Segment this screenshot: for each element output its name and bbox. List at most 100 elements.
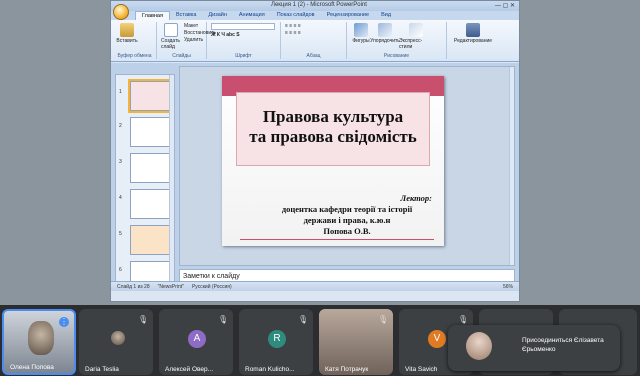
tab-animation[interactable]: Анимация bbox=[233, 11, 271, 20]
mic-off-icon: 🎙︎ bbox=[458, 315, 469, 324]
status-bar: Слайд 1 из 28 "NewsPrint" Русский (Росси… bbox=[111, 281, 519, 291]
clipboard-icon bbox=[120, 23, 134, 37]
slide-thumbnail-1[interactable] bbox=[128, 79, 172, 113]
mic-off-icon: 🎙︎ bbox=[218, 315, 229, 324]
window-title: Лекция 1 (2) - Microsoft PowerPoint bbox=[271, 2, 367, 8]
participant-tile[interactable]: R 🎙︎ Roman Kulicho... bbox=[239, 309, 313, 375]
tab-view[interactable]: Вид bbox=[375, 11, 397, 20]
paste-label: Вставить bbox=[116, 38, 138, 44]
group-slides-label: Слайды bbox=[172, 53, 191, 59]
thumbnails-scrollbar[interactable] bbox=[169, 75, 174, 285]
group-slides: Создать слайд Макет Восстановить Удалить… bbox=[157, 22, 216, 59]
new-slide-icon bbox=[163, 23, 178, 37]
participant-avatar: R bbox=[268, 330, 286, 348]
group-paragraph: ≡ ≡ ≡ ≡ ≡ ≡ ≡ ≡ Абзац bbox=[281, 22, 347, 59]
font-name-field[interactable] bbox=[211, 23, 275, 30]
group-font: Ж К Ч abc S Шрифт bbox=[207, 22, 281, 59]
current-slide[interactable]: Правова культура та правова свідомість Л… bbox=[222, 76, 444, 246]
thumb-number: 6 bbox=[119, 267, 122, 273]
participant-avatar: V bbox=[428, 330, 446, 348]
slide-subtitle[interactable]: Лектор: доцентка кафедри теорії та істор… bbox=[262, 193, 432, 237]
arrange-button[interactable]: Упорядочить bbox=[370, 23, 400, 44]
lecturer-line3: Попова О.В. bbox=[323, 226, 371, 236]
participant-tile[interactable]: 🎙︎ Daria Teslia bbox=[79, 309, 153, 375]
slide-divider bbox=[240, 239, 434, 240]
powerpoint-window: Лекция 1 (2) - Microsoft PowerPoint — ▢ … bbox=[110, 0, 520, 302]
slide-title-line2: та правова свідомість bbox=[249, 127, 417, 146]
font-format-buttons[interactable]: Ж К Ч abc S bbox=[211, 32, 275, 39]
group-clipboard-label: Буфер обмена bbox=[117, 53, 152, 59]
participant-avatar: А bbox=[188, 330, 206, 348]
arrange-label: Упорядочить bbox=[370, 38, 400, 44]
editing-button[interactable]: Редактирование bbox=[451, 23, 495, 44]
group-font-label: Шрифт bbox=[235, 53, 252, 59]
ribbon-tabs: Главная Вставка Дизайн Анимация Показ сл… bbox=[111, 11, 519, 20]
zoom-level[interactable]: 56% bbox=[503, 284, 519, 290]
thumb-number: 2 bbox=[119, 123, 122, 129]
tab-home[interactable]: Главная bbox=[135, 11, 170, 20]
group-drawing-label: Рисование bbox=[383, 53, 410, 59]
join-request-line1: Присоединиться Єлізавета bbox=[522, 337, 604, 344]
join-request-notification[interactable]: Присоединиться Єлізавета Єрьоменко bbox=[448, 325, 620, 371]
slide-title-box[interactable]: Правова культура та правова свідомість bbox=[236, 92, 430, 166]
tab-review[interactable]: Рецензирование bbox=[321, 11, 375, 20]
slide-title-line1: Правова культура bbox=[262, 107, 404, 126]
quick-styles-icon bbox=[409, 23, 423, 37]
participant-name: Roman Kulicho... bbox=[245, 366, 295, 373]
group-paragraph-label: Абзац bbox=[306, 53, 321, 59]
title-bar: Лекция 1 (2) - Microsoft PowerPoint — ▢ … bbox=[111, 1, 519, 11]
slide-count: Слайд 1 из 28 bbox=[117, 283, 150, 290]
lecturer-line2: держави і права, к.ю.н bbox=[303, 215, 391, 225]
mic-off-icon: 🎙︎ bbox=[378, 315, 389, 324]
quick-styles-label: Экспресс-стили bbox=[399, 38, 423, 50]
participant-name: Алексей Овер... bbox=[165, 366, 214, 373]
paragraph-buttons[interactable]: ≡ ≡ ≡ ≡ ≡ ≡ ≡ ≡ bbox=[285, 23, 301, 37]
requester-avatar bbox=[466, 332, 492, 360]
group-clipboard: Вставить Буфер обмена bbox=[113, 22, 157, 59]
slide-thumbnail-5[interactable] bbox=[130, 225, 170, 255]
lecturer-line1: доцентка кафедри теорії та історії bbox=[281, 204, 413, 214]
binoculars-icon bbox=[466, 23, 480, 37]
participant-name: Олена Попова bbox=[10, 364, 54, 371]
office-button[interactable] bbox=[113, 4, 129, 20]
participant-name: Vita Savich bbox=[405, 366, 438, 373]
slides-panel[interactable]: 1 2 3 4 5 6 bbox=[115, 74, 175, 286]
participant-tile[interactable]: ⋮ Олена Попова bbox=[2, 309, 76, 375]
language: Русский (Россия) bbox=[191, 283, 232, 290]
participant-name: Daria Teslia bbox=[85, 366, 119, 373]
participant-name: Катя Потрачук bbox=[325, 366, 369, 373]
quick-styles-button[interactable]: Экспресс-стили bbox=[399, 23, 433, 50]
slide-thumbnail-2[interactable] bbox=[130, 117, 170, 147]
group-drawing: Фигуры Упорядочить Экспресс-стили Рисова… bbox=[347, 22, 447, 59]
tab-slideshow[interactable]: Показ слайдов bbox=[271, 11, 321, 20]
paste-button[interactable]: Вставить bbox=[116, 23, 138, 44]
group-editing: Редактирование bbox=[447, 22, 499, 59]
slide-scrollbar[interactable] bbox=[509, 67, 514, 265]
slide-editor: Правова культура та правова свідомість Л… bbox=[179, 66, 515, 266]
thumb-number: 3 bbox=[119, 159, 122, 165]
workspace: 1 2 3 4 5 6 Правова культура та правова … bbox=[111, 63, 519, 291]
participant-tile[interactable]: А 🎙︎ Алексей Овер... bbox=[159, 309, 233, 375]
lecturer-label: Лектор: bbox=[400, 193, 432, 203]
window-controls[interactable]: — ▢ ✕ bbox=[495, 2, 515, 9]
arrange-icon bbox=[378, 23, 392, 37]
join-request-line2: Єрьоменко bbox=[522, 346, 556, 353]
tab-insert[interactable]: Вставка bbox=[170, 11, 202, 20]
shapes-label: Фигуры bbox=[352, 38, 370, 44]
slide-thumbnail-3[interactable] bbox=[130, 153, 170, 183]
tab-design[interactable]: Дизайн bbox=[202, 11, 233, 20]
new-slide-button[interactable]: Создать слайд bbox=[161, 23, 180, 50]
editing-label: Редактирование bbox=[453, 38, 493, 44]
participant-tile[interactable]: 🎙︎ Катя Потрачук bbox=[319, 309, 393, 375]
mic-off-icon: 🎙︎ bbox=[298, 315, 309, 324]
ribbon: Вставить Буфер обмена Создать слайд Маке… bbox=[111, 20, 519, 62]
shapes-icon bbox=[354, 23, 368, 37]
shapes-button[interactable]: Фигуры bbox=[351, 23, 371, 44]
slide-thumbnail-4[interactable] bbox=[130, 189, 170, 219]
thumb-number: 4 bbox=[119, 195, 122, 201]
participant-video bbox=[28, 321, 54, 355]
thumb-number: 5 bbox=[119, 231, 122, 237]
participant-avatar bbox=[111, 331, 125, 345]
shared-screen: Лекция 1 (2) - Microsoft PowerPoint — ▢ … bbox=[0, 0, 640, 305]
theme-name: "NewsPrint" bbox=[157, 283, 184, 290]
